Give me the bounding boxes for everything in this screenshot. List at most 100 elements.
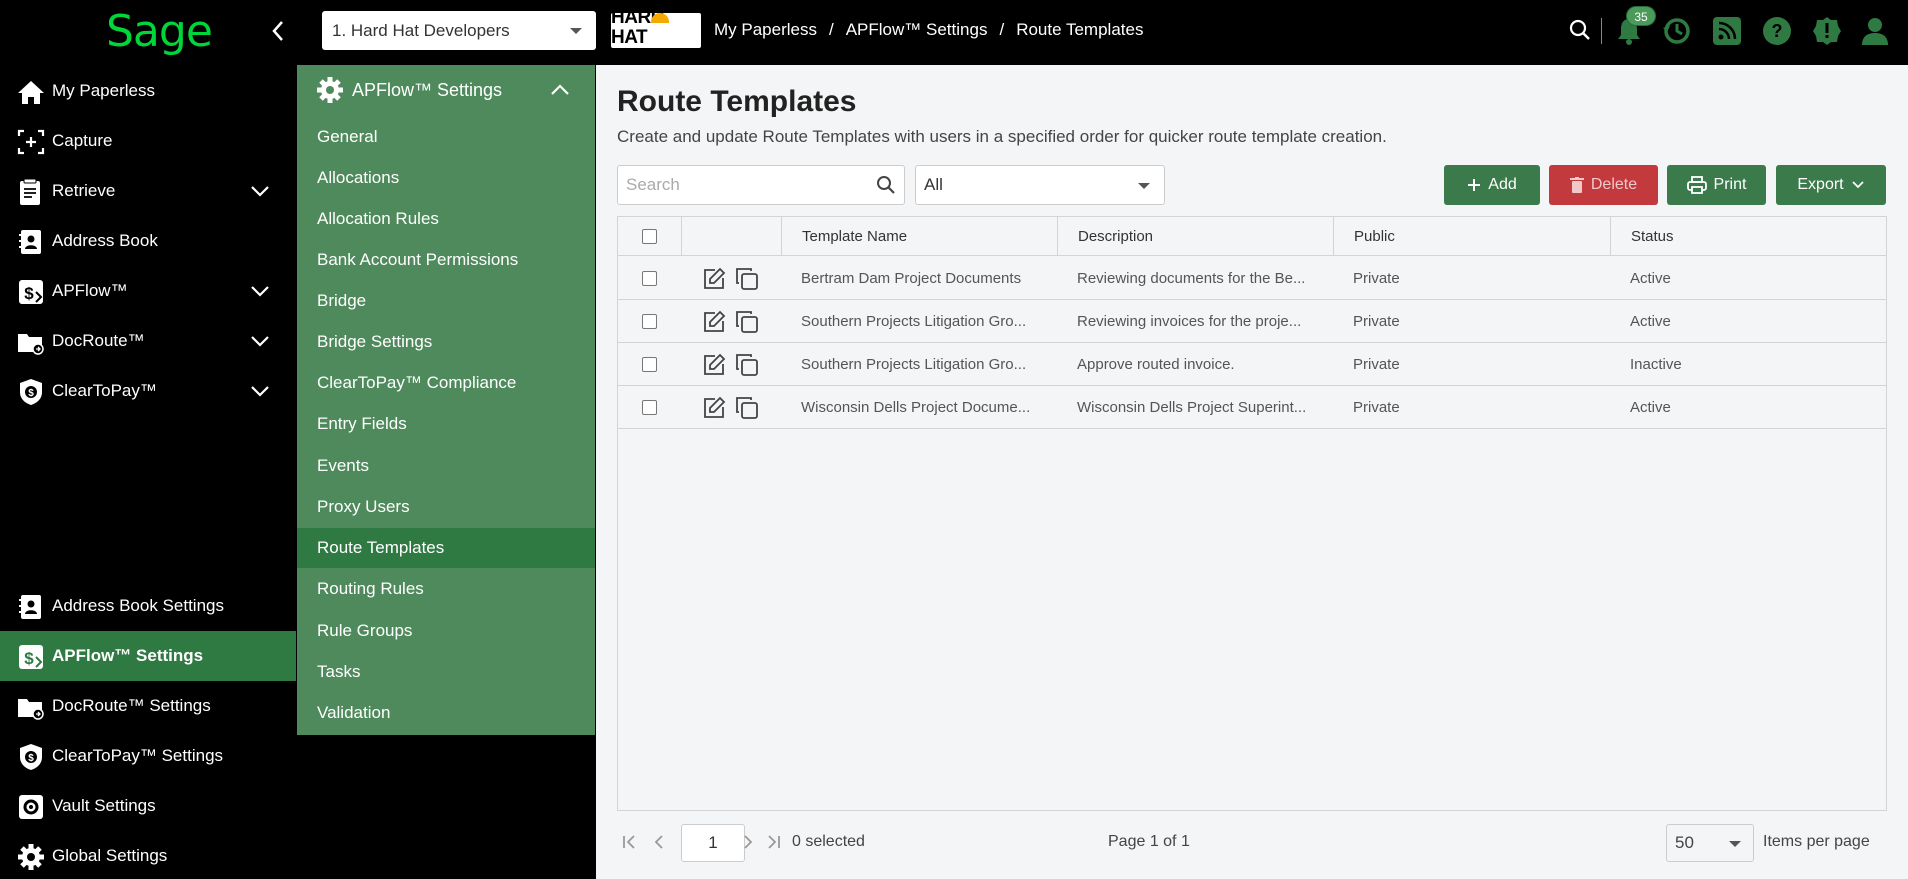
- subnav-item-general[interactable]: General: [297, 117, 595, 157]
- first-page-icon[interactable]: [621, 833, 639, 851]
- edit-icon[interactable]: [702, 267, 726, 291]
- nav-item-cleartopay[interactable]: $ ClearToPay™: [0, 366, 296, 416]
- edit-icon[interactable]: [702, 353, 726, 377]
- chevron-up-icon[interactable]: [550, 83, 570, 97]
- nav-item-address-book-settings[interactable]: Address Book Settings: [0, 581, 296, 631]
- edit-icon[interactable]: [702, 310, 726, 334]
- nav-item-cleartopay-settings[interactable]: $ ClearToPay™ Settings: [0, 731, 296, 781]
- filter-select[interactable]: All: [915, 165, 1165, 205]
- cell-description: Reviewing documents for the Be...: [1077, 270, 1306, 287]
- nav-item-apflow-settings[interactable]: $ APFlow™ Settings: [0, 631, 296, 681]
- search-input[interactable]: [618, 166, 858, 204]
- history-icon[interactable]: [1660, 14, 1694, 48]
- last-page-icon[interactable]: [764, 833, 782, 851]
- cell-status: Active: [1630, 399, 1671, 416]
- nav-item-global-settings[interactable]: Global Settings: [0, 831, 296, 879]
- copy-icon[interactable]: [735, 353, 759, 377]
- nav-item-capture[interactable]: Capture: [0, 116, 296, 166]
- nav-item-retrieve[interactable]: Retrieve: [0, 166, 296, 216]
- svg-text:$: $: [24, 284, 34, 303]
- subnav-item-allocations[interactable]: Allocations: [297, 158, 595, 198]
- copy-icon[interactable]: [735, 310, 759, 334]
- delete-button-label: Delete: [1590, 176, 1638, 193]
- search-box: [617, 165, 905, 205]
- nav-item-apflow[interactable]: $ APFlow™: [0, 266, 296, 316]
- row-checkbox[interactable]: [642, 400, 657, 415]
- subnav-item-rule-groups[interactable]: Rule Groups: [297, 611, 595, 651]
- breadcrumb-item[interactable]: My Paperless: [714, 20, 817, 40]
- export-button[interactable]: Export: [1776, 165, 1886, 205]
- print-button[interactable]: Print: [1667, 165, 1766, 205]
- edit-icon[interactable]: [702, 396, 726, 420]
- nav-item-my-paperless[interactable]: My Paperless: [0, 66, 296, 116]
- cell-status: Active: [1630, 270, 1671, 287]
- selected-count: 0 selected: [792, 833, 865, 850]
- copy-icon[interactable]: [735, 267, 759, 291]
- items-per-page-select[interactable]: 50: [1666, 824, 1754, 862]
- breadcrumb-item[interactable]: APFlow™ Settings: [846, 20, 988, 40]
- sage-logo[interactable]: Sage: [106, 6, 213, 57]
- nav-item-docroute[interactable]: DocRoute™: [0, 316, 296, 366]
- next-page-icon[interactable]: [739, 833, 757, 851]
- column-header-public[interactable]: Public: [1333, 217, 1610, 256]
- svg-text:?: ?: [1772, 21, 1783, 41]
- subnav-item-validation[interactable]: Validation: [297, 693, 595, 733]
- previous-page-icon[interactable]: [650, 833, 668, 851]
- chevron-down-icon: [251, 336, 269, 347]
- nav-item-label: APFlow™: [52, 281, 128, 300]
- left-navigation: My Paperless Capture Retrieve Address Bo…: [0, 65, 296, 879]
- subnav-item-entry-fields[interactable]: Entry Fields: [297, 404, 595, 444]
- table-row[interactable]: Southern Projects Litigation Gro... Revi…: [618, 300, 1886, 343]
- column-header-status[interactable]: Status: [1610, 217, 1886, 256]
- rss-icon[interactable]: [1710, 14, 1744, 48]
- add-button[interactable]: Add: [1444, 165, 1540, 205]
- row-checkbox[interactable]: [642, 271, 657, 286]
- column-header-template-name[interactable]: Template Name: [781, 217, 1057, 256]
- cleartopay-icon: $: [20, 744, 42, 770]
- alert-badge-icon[interactable]: [1810, 14, 1844, 48]
- top-bar: Sage 1. Hard Hat Developers HARD HAT DEV…: [0, 0, 1908, 65]
- user-icon[interactable]: [1858, 14, 1892, 48]
- subnav-item-bridge[interactable]: Bridge: [297, 281, 595, 321]
- subnav-item-proxy-users[interactable]: Proxy Users: [297, 487, 595, 527]
- nav-item-docroute-settings[interactable]: DocRoute™ Settings: [0, 681, 296, 731]
- company-select[interactable]: 1. Hard Hat Developers: [322, 11, 596, 50]
- row-checkbox[interactable]: [642, 357, 657, 372]
- table-row[interactable]: Bertram Dam Project Documents Reviewing …: [618, 257, 1886, 300]
- copy-icon[interactable]: [735, 396, 759, 420]
- select-all-checkbox[interactable]: [642, 229, 657, 244]
- nav-item-vault-settings[interactable]: Vault Settings: [0, 781, 296, 831]
- row-checkbox[interactable]: [642, 314, 657, 329]
- cell-template-name: Southern Projects Litigation Gro...: [801, 356, 1027, 373]
- column-header-description[interactable]: Description: [1057, 217, 1333, 256]
- trash-icon: [1569, 177, 1584, 193]
- docroute-icon: [18, 334, 44, 355]
- page-number-input[interactable]: [681, 824, 745, 862]
- delete-button[interactable]: Delete: [1549, 165, 1658, 205]
- pager: 0 selected Page 1 of 1 50 Items per page: [617, 817, 1887, 867]
- subnav-item-routing-rules[interactable]: Routing Rules: [297, 569, 595, 609]
- subnav-item-allocation-rules[interactable]: Allocation Rules: [297, 199, 595, 239]
- plus-icon: [1468, 179, 1481, 191]
- subnav-item-cleartopay-compliance[interactable]: ClearToPay™ Compliance: [297, 363, 595, 403]
- table-row[interactable]: Southern Projects Litigation Gro... Appr…: [618, 343, 1886, 386]
- breadcrumb-separator: /: [999, 20, 1005, 39]
- subnav-header[interactable]: APFlow™ Settings: [297, 65, 595, 115]
- subnav-item-tasks[interactable]: Tasks: [297, 652, 595, 692]
- collapse-sidebar-icon[interactable]: [266, 18, 290, 44]
- subnav-item-bank-account-permissions[interactable]: Bank Account Permissions: [297, 240, 595, 280]
- route-templates-grid: Template Name Description Public Status …: [617, 216, 1887, 811]
- cell-status: Inactive: [1630, 356, 1682, 373]
- subnav-item-events[interactable]: Events: [297, 446, 595, 486]
- nav-item-address-book[interactable]: Address Book: [0, 216, 296, 266]
- search-icon[interactable]: [1564, 14, 1598, 48]
- search-icon[interactable]: [876, 175, 896, 195]
- subnav-item-route-templates[interactable]: Route Templates: [297, 528, 595, 568]
- help-icon[interactable]: ?: [1760, 14, 1794, 48]
- nav-item-label: My Paperless: [52, 81, 155, 100]
- subnav-item-bridge-settings[interactable]: Bridge Settings: [297, 322, 595, 362]
- table-row[interactable]: Wisconsin Dells Project Docume... Wiscon…: [618, 386, 1886, 429]
- nav-item-label: APFlow™ Settings: [52, 646, 204, 665]
- notification-badge: 35: [1626, 6, 1656, 26]
- chevron-down-icon: [1138, 183, 1150, 189]
